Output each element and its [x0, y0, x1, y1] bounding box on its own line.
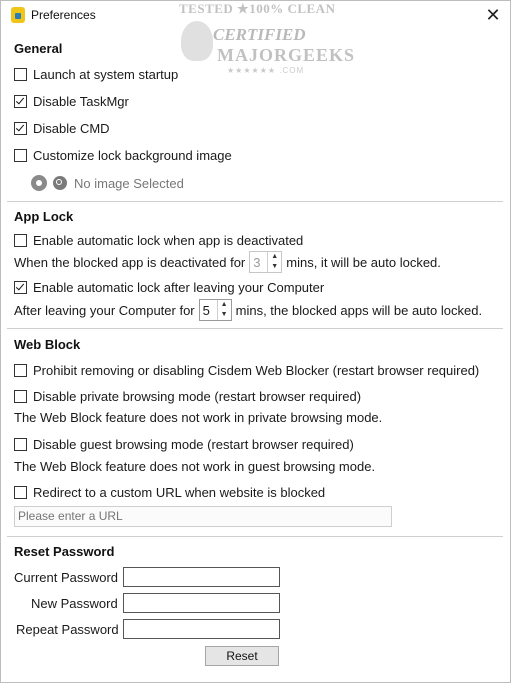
gear-icon[interactable]	[31, 175, 47, 191]
watermark-logo: TESTED ★100% CLEAN CERTIFIED MAJORGEEKS …	[179, 1, 354, 77]
redirect-option[interactable]: Redirect to a custom URL when website is…	[14, 485, 325, 500]
launch-startup-checkbox[interactable]	[14, 68, 27, 81]
prohibit-removing-option[interactable]: Prohibit removing or disabling Cisdem We…	[14, 363, 479, 378]
section-heading-general: General	[14, 41, 63, 56]
launch-startup-option[interactable]: Launch at system startup	[14, 67, 178, 82]
disable-taskmgr-checkbox[interactable]	[14, 95, 27, 108]
customize-bg-label: Customize lock background image	[33, 148, 232, 163]
customize-bg-checkbox[interactable]	[14, 149, 27, 162]
redirect-url-input[interactable]	[14, 506, 392, 527]
guest-note: The Web Block feature does not work in g…	[14, 459, 376, 474]
disable-cmd-checkbox[interactable]	[14, 122, 27, 135]
deactivated-minutes-stepper[interactable]: 3 ▲ ▼	[249, 251, 283, 273]
disable-private-checkbox[interactable]	[14, 390, 27, 403]
search-icon[interactable]	[53, 176, 67, 190]
current-password-label: Current Password	[14, 570, 119, 585]
reset-button[interactable]: Reset	[205, 646, 279, 666]
deactivated-minutes-value: 3	[253, 254, 261, 270]
private-note: The Web Block feature does not work in p…	[14, 410, 383, 425]
divider	[7, 201, 503, 202]
chevron-up-icon[interactable]: ▲	[268, 252, 281, 262]
close-icon[interactable]: ✕	[482, 4, 504, 26]
section-heading-app-lock: App Lock	[14, 209, 74, 224]
launch-startup-label: Launch at system startup	[33, 67, 179, 82]
leaving-minutes-value: 5	[202, 302, 210, 318]
leaving-post-text: mins, the blocked apps will be auto lock…	[235, 302, 483, 318]
window-title: Preferences	[31, 8, 96, 22]
redirect-checkbox[interactable]	[14, 486, 27, 499]
stepper-arrows: ▲ ▼	[216, 300, 231, 320]
new-password-label: New Password	[31, 596, 118, 611]
prohibit-removing-checkbox[interactable]	[14, 364, 27, 377]
preferences-window: Preferences ✕ TESTED ★100% CLEAN CERTIFI…	[0, 0, 511, 683]
prohibit-removing-label: Prohibit removing or disabling Cisdem We…	[33, 363, 480, 378]
current-password-field[interactable]	[123, 567, 280, 587]
auto-lock-leaving-option[interactable]: Enable automatic lock after leaving your…	[14, 280, 324, 295]
auto-lock-deactivated-option[interactable]: Enable automatic lock when app is deacti…	[14, 233, 303, 248]
disable-cmd-option[interactable]: Disable CMD	[14, 121, 110, 136]
section-heading-reset-password: Reset Password	[14, 544, 115, 559]
auto-lock-leaving-label: Enable automatic lock after leaving your…	[33, 280, 325, 295]
repeat-password-field[interactable]	[123, 619, 280, 639]
leaving-minutes-stepper[interactable]: 5 ▲ ▼	[198, 299, 232, 321]
watermark-mascot	[181, 21, 213, 61]
chevron-up-icon[interactable]: ▲	[218, 300, 231, 310]
disable-cmd-label: Disable CMD	[33, 121, 110, 136]
disable-guest-label: Disable guest browsing mode (restart bro…	[33, 437, 354, 452]
stepper-arrows: ▲ ▼	[267, 252, 281, 272]
redirect-label: Redirect to a custom URL when website is…	[33, 485, 326, 500]
leaving-timeout-row: After leaving your Computer for 5 ▲ ▼ min…	[14, 299, 482, 321]
leaving-pre-text: After leaving your Computer for	[14, 302, 195, 318]
disable-guest-option[interactable]: Disable guest browsing mode (restart bro…	[14, 437, 354, 452]
deactivated-post-text: mins, it will be auto locked.	[286, 254, 441, 270]
auto-lock-leaving-checkbox[interactable]	[14, 281, 27, 294]
deactivated-pre-text: When the blocked app is deactivated for	[14, 254, 246, 270]
divider	[7, 536, 503, 537]
image-status: No image Selected	[74, 175, 184, 191]
auto-lock-deactivated-checkbox[interactable]	[14, 234, 27, 247]
background-image-row: No image Selected	[31, 175, 184, 191]
chevron-down-icon[interactable]: ▼	[218, 310, 231, 320]
watermark-text-brand: MAJORGEEKS	[217, 45, 356, 65]
section-heading-web-block: Web Block	[14, 337, 81, 352]
customize-bg-option[interactable]: Customize lock background image	[14, 148, 232, 163]
disable-private-label: Disable private browsing mode (restart b…	[33, 389, 362, 404]
repeat-password-label: Repeat Password	[16, 622, 119, 637]
watermark-text-top: TESTED ★100% CLEAN	[179, 1, 336, 16]
disable-taskmgr-label: Disable TaskMgr	[33, 94, 129, 109]
disable-guest-checkbox[interactable]	[14, 438, 27, 451]
new-password-field[interactable]	[123, 593, 280, 613]
deactivated-timeout-row: When the blocked app is deactivated for …	[14, 251, 441, 273]
watermark-text-certified: CERTIFIED	[213, 25, 306, 44]
chevron-down-icon[interactable]: ▼	[268, 262, 281, 272]
disable-private-option[interactable]: Disable private browsing mode (restart b…	[14, 389, 361, 404]
lock-app-icon	[11, 7, 25, 23]
disable-taskmgr-option[interactable]: Disable TaskMgr	[14, 94, 129, 109]
watermark-text-sub: ★★★★★★ .COM	[227, 66, 305, 75]
auto-lock-deactivated-label: Enable automatic lock when app is deacti…	[33, 233, 304, 248]
divider	[7, 328, 503, 329]
